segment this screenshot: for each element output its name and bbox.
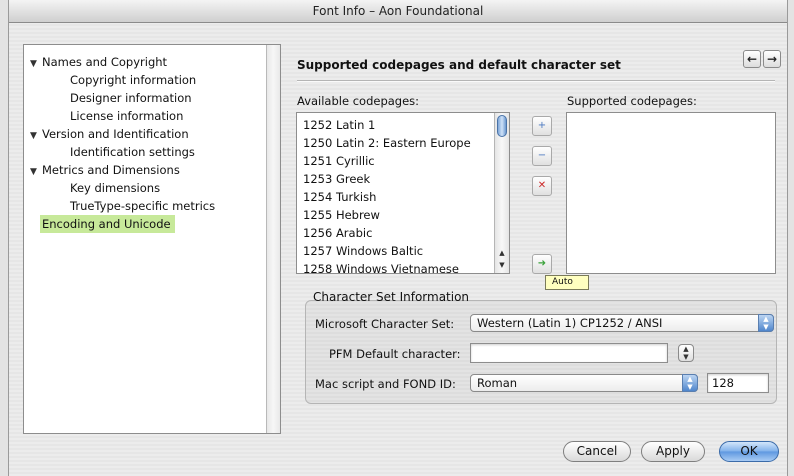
x-icon: ✕ (537, 180, 547, 191)
ms-charset-popup[interactable]: Western (Latin 1) CP1252 / ANSI ▲ ▼ (470, 314, 774, 332)
clear-codepages-button[interactable]: ✕ (532, 176, 552, 196)
category-tree-list: ▼ Names and Copyright Copyright informatio… (28, 53, 264, 233)
codepage-name: Windows Baltic (335, 244, 424, 258)
auto-tooltip: Auto (545, 275, 589, 290)
available-codepages-items: 1252 Latin 1 1250 Latin 2: Eastern Europe… (297, 116, 494, 278)
disclosure-triangle-icon[interactable]: ▼ (30, 163, 42, 181)
tree-item[interactable]: Copyright information (28, 71, 264, 89)
tree-item-label: Identification settings (70, 145, 195, 159)
forward-button[interactable]: → (763, 50, 781, 68)
header-divider (297, 80, 775, 81)
codepage-name: Turkish (335, 190, 377, 204)
arrow-right-icon: → (766, 52, 778, 66)
codepage-number: 1254 (303, 190, 333, 204)
tree-item-label: Version and Identification (42, 127, 189, 141)
tree-scrollbar[interactable] (266, 45, 280, 433)
ms-charset-value: Western (Latin 1) CP1252 / ANSI (477, 316, 663, 330)
font-info-window: Font Info – Aon Foundational ▼ Names and … (8, 0, 788, 476)
tree-item[interactable]: Identification settings (28, 143, 264, 161)
chevron-updown-icon: ▲ ▼ (683, 345, 689, 361)
codepage-number: 1258 (303, 262, 333, 276)
codepage-list-item[interactable]: 1252 Latin 1 (297, 116, 494, 134)
codepage-list-item[interactable]: 1251 Cyrillic (297, 152, 494, 170)
add-codepage-button[interactable]: + (532, 116, 552, 136)
disclosure-triangle-icon[interactable]: ▼ (30, 127, 42, 145)
tree-item[interactable]: ▼ Version and Identification (28, 125, 264, 143)
fond-id-field[interactable]: 128 (707, 373, 769, 393)
codepage-name: Windows Vietnamese (335, 262, 460, 276)
codepage-number: 1256 (303, 226, 333, 240)
codepage-name: Latin 1 (335, 118, 376, 132)
scroll-down-arrow-icon[interactable]: ▼ (496, 259, 508, 271)
scroll-thumb[interactable] (497, 115, 507, 137)
supported-codepages-list[interactable] (566, 112, 776, 274)
plus-icon: + (537, 120, 547, 131)
codepage-name: Arabic (335, 226, 373, 240)
tree-item-label: License information (70, 109, 184, 123)
tree-item[interactable]: ▼ Metrics and Dimensions (28, 161, 264, 179)
chevron-updown-icon: ▲ ▼ (682, 374, 698, 392)
codepage-list-item[interactable]: 1253 Greek (297, 170, 494, 188)
tree-item-label: Designer information (70, 91, 192, 105)
auto-button[interactable]: ➜ (532, 254, 552, 274)
codepage-list-item[interactable]: 1254 Turkish (297, 188, 494, 206)
codepage-number: 1251 (303, 154, 333, 168)
tree-item[interactable]: Key dimensions (28, 179, 264, 197)
tree-item-label: Metrics and Dimensions (42, 163, 180, 177)
ok-button[interactable]: OK (719, 441, 779, 462)
tree-item[interactable]: Encoding and Unicode (28, 215, 264, 233)
codepage-number: 1257 (303, 244, 333, 258)
minus-icon: − (537, 150, 547, 161)
codepage-list-item[interactable]: 1258 Windows Vietnamese (297, 260, 494, 278)
tree-item[interactable]: ▼ Names and Copyright (28, 53, 264, 71)
disclosure-triangle-icon[interactable]: ▼ (30, 55, 42, 73)
back-button[interactable]: ← (743, 50, 761, 68)
tree-item-label: Key dimensions (70, 181, 161, 195)
mac-script-value: Roman (477, 376, 518, 390)
tree-item-label: TrueType-specific metrics (70, 199, 216, 213)
tree-item-label: Encoding and Unicode (40, 215, 175, 233)
ms-charset-label: Microsoft Character Set: (315, 317, 455, 331)
available-codepages-list[interactable]: 1252 Latin 1 1250 Latin 2: Eastern Europe… (296, 112, 510, 276)
mac-script-label: Mac script and FOND ID: (315, 377, 456, 391)
codepage-name: Greek (335, 172, 371, 186)
codepage-name: Latin 2: Eastern Europe (335, 136, 471, 150)
codepage-number: 1255 (303, 208, 333, 222)
codepage-name: Cyrillic (335, 154, 375, 168)
window-title: Font Info – Aon Foundational (9, 0, 787, 23)
codepage-list-item[interactable]: 1255 Hebrew (297, 206, 494, 224)
scroll-up-arrow-icon[interactable]: ▲ (496, 247, 508, 259)
codepage-number: 1250 (303, 136, 333, 150)
pfm-default-field[interactable] (470, 343, 668, 363)
available-codepages-label: Available codepages: (297, 94, 420, 108)
apply-button[interactable]: Apply (641, 441, 705, 462)
cancel-button[interactable]: Cancel (563, 441, 631, 462)
tree-item-label: Names and Copyright (42, 55, 168, 69)
tree-item[interactable]: TrueType-specific metrics (28, 197, 264, 215)
chevron-updown-icon: ▲ ▼ (758, 314, 774, 332)
mac-script-popup[interactable]: Roman ▲ ▼ (470, 374, 698, 392)
codepage-list-item[interactable]: 1250 Latin 2: Eastern Europe (297, 134, 494, 152)
section-title: Supported codepages and default characte… (297, 58, 621, 72)
category-tree[interactable]: ▼ Names and Copyright Copyright informatio… (23, 44, 281, 434)
pfm-default-stepper[interactable]: ▲ ▼ (678, 344, 694, 362)
codepage-number: 1252 (303, 118, 333, 132)
tree-item-label: Copyright information (70, 73, 197, 87)
codepage-list-item[interactable]: 1257 Windows Baltic (297, 242, 494, 260)
supported-codepages-label: Supported codepages: (567, 94, 697, 108)
codepage-name: Hebrew (335, 208, 380, 222)
auto-arrow-icon: ➜ (537, 258, 547, 269)
tree-item[interactable]: Designer information (28, 89, 264, 107)
character-set-group-label: Character Set Information (313, 290, 470, 304)
available-list-scrollbar[interactable]: ▲ ▼ (494, 113, 509, 273)
codepage-number: 1253 (303, 172, 333, 186)
tree-item[interactable]: License information (28, 107, 264, 125)
pfm-default-label: PFM Default character: (329, 347, 461, 361)
arrow-left-icon: ← (746, 52, 758, 66)
codepage-list-item[interactable]: 1256 Arabic (297, 224, 494, 242)
remove-codepage-button[interactable]: − (532, 146, 552, 166)
